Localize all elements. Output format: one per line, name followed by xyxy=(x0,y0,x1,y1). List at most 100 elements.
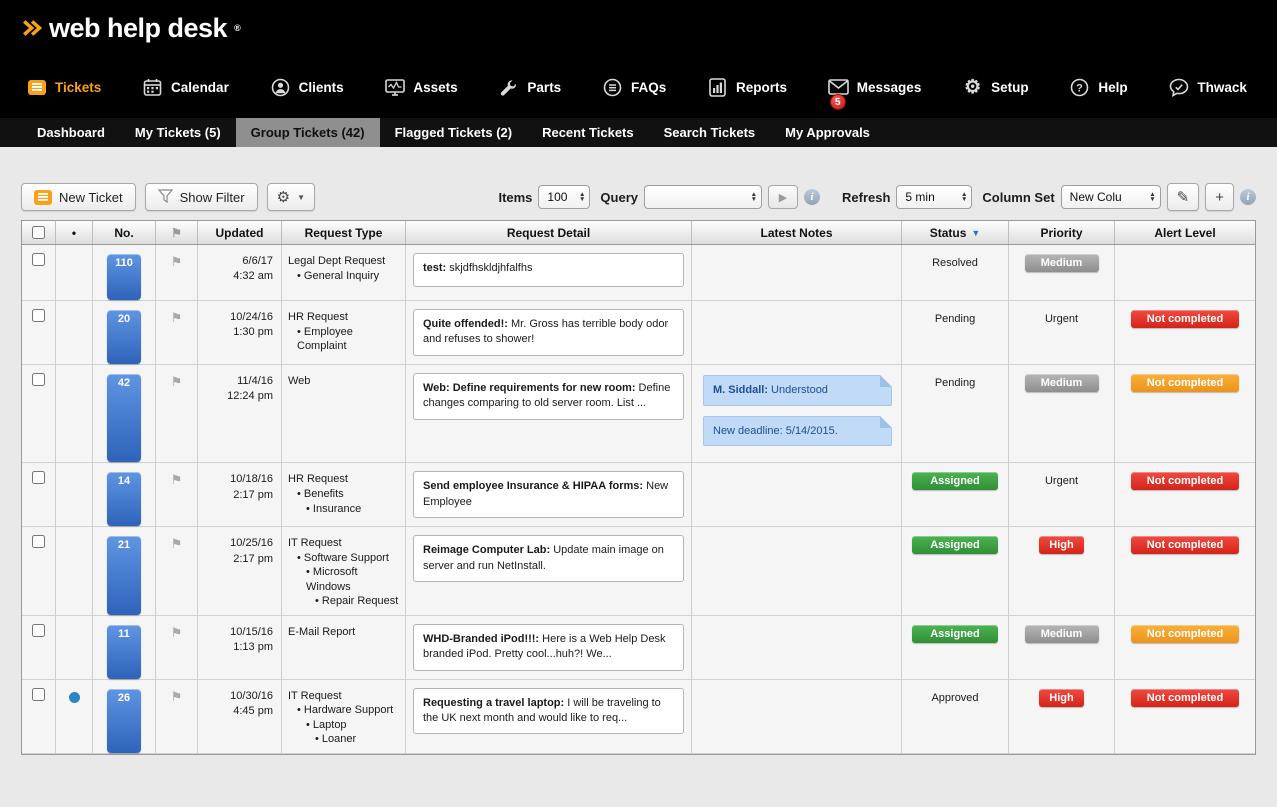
flag-icon[interactable]: ⚑ xyxy=(171,374,183,463)
cell-number: 26 xyxy=(93,680,156,753)
nav-item-help[interactable]: ? Help xyxy=(1069,77,1127,97)
row-checkbox[interactable] xyxy=(32,688,45,701)
updated-date: 11/4/16 xyxy=(198,374,273,389)
subtab-group-tickets[interactable]: Group Tickets (42) xyxy=(236,118,380,147)
updated-date: 10/15/16 xyxy=(198,625,273,640)
request-type-line: Legal Dept Request xyxy=(288,254,402,269)
cell-request-type: E-Mail Report xyxy=(282,616,406,679)
row-checkbox[interactable] xyxy=(32,624,45,637)
flag-icon[interactable]: ⚑ xyxy=(171,689,183,753)
nav-label: Help xyxy=(1098,80,1127,95)
request-type-line: • Software Support xyxy=(288,551,402,566)
ticket-row[interactable]: 14 ⚑ 10/18/16 2:17 pm HR Request• Benefi… xyxy=(22,463,1255,527)
nav-item-setup[interactable]: ⚙ Setup xyxy=(962,77,1029,97)
flag-icon[interactable]: ⚑ xyxy=(171,625,183,679)
header-request-detail[interactable]: Request Detail xyxy=(406,221,692,244)
run-query-button[interactable]: ▶ xyxy=(768,185,798,209)
ticket-row[interactable]: 20 ⚑ 10/24/16 1:30 pm HR Request• Employ… xyxy=(22,301,1255,365)
subtab-flagged-tickets[interactable]: Flagged Tickets (2) xyxy=(380,118,528,147)
nav-item-assets[interactable]: Assets xyxy=(384,77,457,97)
request-subject: WHD-Branded iPod!!!: xyxy=(423,633,539,645)
query-info-icon[interactable]: i xyxy=(804,189,820,205)
ticket-row[interactable]: 11 ⚑ 10/15/16 1:13 pm E-Mail Report WHD-… xyxy=(22,616,1255,680)
cell-flag: ⚑ xyxy=(156,527,198,615)
new-ticket-button[interactable]: New Ticket xyxy=(21,183,136,211)
cell-updated: 10/30/16 4:45 pm xyxy=(198,680,282,753)
select-all-checkbox[interactable] xyxy=(32,226,45,239)
row-checkbox[interactable] xyxy=(32,373,45,386)
header-select-all[interactable] xyxy=(22,221,56,244)
nav-item-messages[interactable]: 5 Messages xyxy=(828,77,922,97)
ticket-number-badge[interactable]: 42 xyxy=(107,374,141,463)
ticket-number-badge[interactable]: 11 xyxy=(107,625,141,679)
ticket-number-badge[interactable]: 26 xyxy=(107,689,141,753)
query-select[interactable]: ▲▼ xyxy=(644,185,762,209)
cell-status: Assigned xyxy=(902,616,1009,679)
nav-item-clients[interactable]: Clients xyxy=(270,77,344,97)
ticket-number-badge[interactable]: 20 xyxy=(107,310,141,364)
subtab-my-tickets[interactable]: My Tickets (5) xyxy=(120,118,236,147)
subtab-recent-tickets[interactable]: Recent Tickets xyxy=(527,118,649,147)
subtab-search-tickets[interactable]: Search Tickets xyxy=(649,118,771,147)
cell-request-type: HR Request• Employee Complaint xyxy=(282,301,406,364)
cell-request-type: IT Request• Software Support• Microsoft … xyxy=(282,527,406,615)
header-status[interactable]: Status▼ xyxy=(902,221,1009,244)
cell-updated: 10/25/16 2:17 pm xyxy=(198,527,282,615)
header-latest-notes[interactable]: Latest Notes xyxy=(692,221,902,244)
edit-column-set-button[interactable]: ✎ xyxy=(1167,183,1200,211)
request-detail-box[interactable]: Send employee Insurance & HIPAA forms: N… xyxy=(413,471,684,518)
subtab-my-approvals[interactable]: My Approvals xyxy=(770,118,885,147)
column-set-info-icon[interactable]: i xyxy=(1240,189,1256,205)
request-detail-box[interactable]: Quite offended!: Mr. Gross has terrible … xyxy=(413,309,684,356)
nav-item-reports[interactable]: Reports xyxy=(707,77,787,97)
cell-flag: ⚑ xyxy=(156,680,198,753)
ticket-row[interactable]: 110 ⚑ 6/6/17 4:32 am Legal Dept Request•… xyxy=(22,245,1255,301)
svg-text:?: ? xyxy=(1077,82,1084,94)
header-unread[interactable]: • xyxy=(56,221,93,244)
request-detail-box[interactable]: Requesting a travel laptop: I will be tr… xyxy=(413,688,684,735)
add-column-set-button[interactable]: + xyxy=(1205,183,1234,211)
ticket-row[interactable]: 26 ⚑ 10/30/16 4:45 pm IT Request• Hardwa… xyxy=(22,680,1255,754)
note-author: M. Siddall: xyxy=(713,384,768,396)
column-set-select[interactable]: New Colu ▲▼ xyxy=(1061,185,1161,209)
items-select[interactable]: 100 ▲▼ xyxy=(538,185,590,209)
ticket-number-badge[interactable]: 21 xyxy=(107,536,141,615)
header-alert-level[interactable]: Alert Level xyxy=(1115,221,1255,244)
row-checkbox[interactable] xyxy=(32,309,45,322)
header-request-type[interactable]: Request Type xyxy=(282,221,406,244)
cell-status: Pending xyxy=(902,301,1009,364)
header-number[interactable]: No. xyxy=(93,221,156,244)
flag-icon[interactable]: ⚑ xyxy=(171,536,183,615)
updated-date: 6/6/17 xyxy=(198,254,273,269)
row-checkbox[interactable] xyxy=(32,253,45,266)
header-priority[interactable]: Priority xyxy=(1009,221,1115,244)
request-detail-box[interactable]: test: skjdfhskldjhfalfhs xyxy=(413,253,684,287)
row-checkbox[interactable] xyxy=(32,535,45,548)
nav-item-thwack[interactable]: Thwack xyxy=(1168,77,1247,97)
cell-priority: Urgent xyxy=(1009,463,1115,526)
flag-icon[interactable]: ⚑ xyxy=(171,254,183,300)
select-stepper-icon: ▲▼ xyxy=(579,192,585,203)
ticket-row[interactable]: 21 ⚑ 10/25/16 2:17 pm IT Request• Softwa… xyxy=(22,527,1255,616)
subtab-label: My Tickets (5) xyxy=(135,125,221,140)
request-detail-box[interactable]: Reimage Computer Lab: Update main image … xyxy=(413,535,684,582)
alert-level-label: Not completed xyxy=(1131,689,1239,707)
ticket-row[interactable]: 42 ⚑ 11/4/16 12:24 pm Web Web: Define re… xyxy=(22,365,1255,464)
flag-icon[interactable]: ⚑ xyxy=(171,472,183,526)
table-settings-button[interactable]: ⚙ ▼ xyxy=(267,183,315,211)
show-filter-button[interactable]: Show Filter xyxy=(145,183,258,211)
row-checkbox[interactable] xyxy=(32,471,45,484)
request-detail-box[interactable]: WHD-Branded iPod!!!: Here is a Web Help … xyxy=(413,624,684,671)
subtab-dashboard[interactable]: Dashboard xyxy=(22,118,120,147)
header-updated[interactable]: Updated xyxy=(198,221,282,244)
ticket-number-badge[interactable]: 110 xyxy=(107,254,141,300)
refresh-select[interactable]: 5 min ▲▼ xyxy=(896,185,972,209)
ticket-number-badge[interactable]: 14 xyxy=(107,472,141,526)
nav-item-faqs[interactable]: FAQs xyxy=(602,77,666,97)
request-detail-box[interactable]: Web: Define requirements for new room: D… xyxy=(413,373,684,420)
flag-icon[interactable]: ⚑ xyxy=(171,310,183,364)
header-flag[interactable]: ⚑ xyxy=(156,221,198,244)
nav-item-calendar[interactable]: Calendar xyxy=(142,77,229,97)
nav-item-tickets[interactable]: Tickets xyxy=(26,77,101,97)
nav-item-parts[interactable]: Parts xyxy=(498,77,561,97)
